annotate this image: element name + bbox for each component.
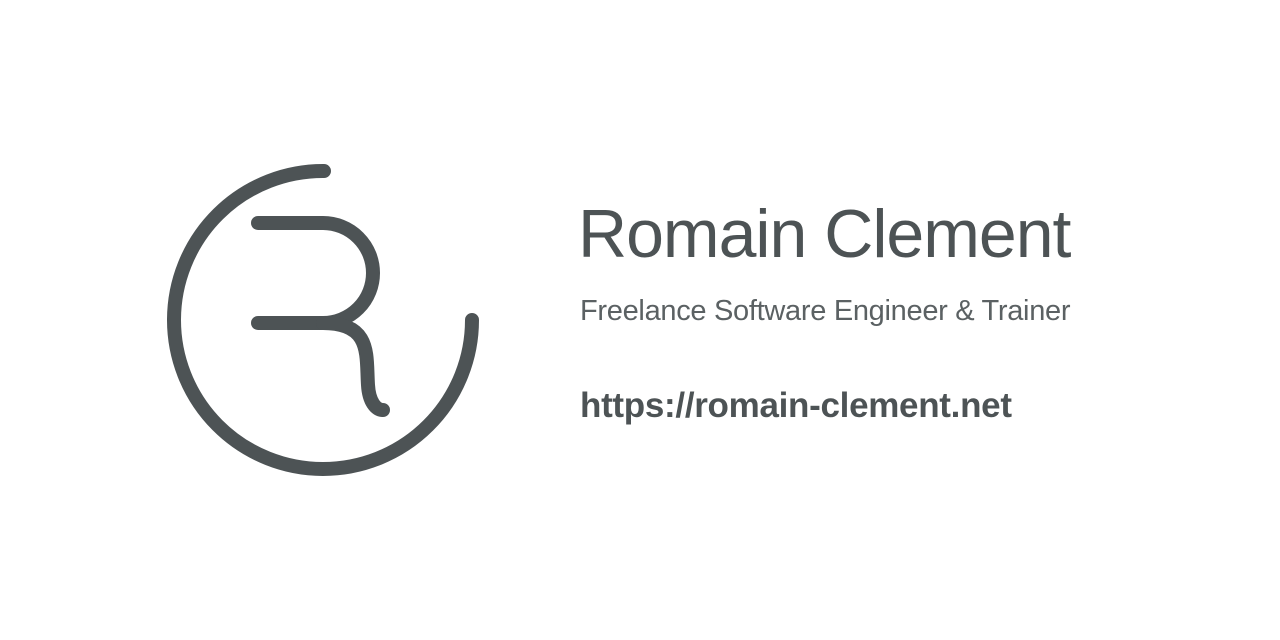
logo-mark [167, 163, 479, 476]
logo-r-leg [316, 316, 390, 417]
logo-r-icon [167, 163, 479, 476]
website-link[interactable]: https://romain-clement.net [580, 388, 1012, 423]
logo-r-bowl [251, 216, 380, 330]
brand-name: Romain Clement [578, 196, 1071, 272]
brand-tagline: Freelance Software Engineer & Trainer [580, 295, 1071, 327]
